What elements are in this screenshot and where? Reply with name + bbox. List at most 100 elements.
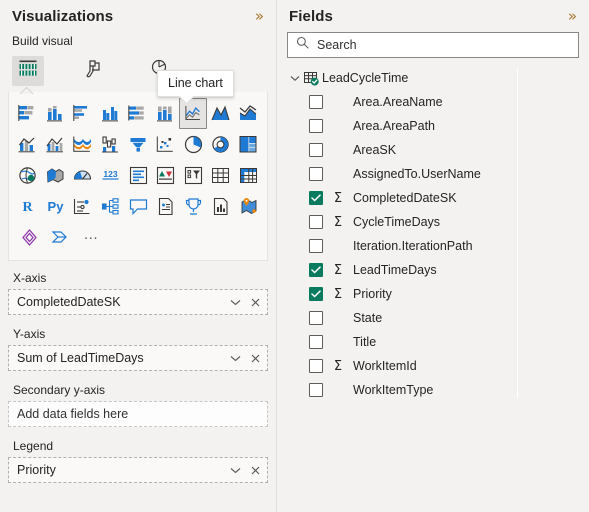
svg-text:R: R bbox=[23, 200, 34, 215]
sigma-aggregate-icon: Σ bbox=[333, 358, 343, 374]
field-row[interactable]: Σ AreaSK bbox=[277, 138, 589, 162]
line-chart-tooltip: Line chart bbox=[157, 70, 234, 97]
funnel-chart-icon[interactable] bbox=[124, 129, 152, 160]
decomposition-tree-icon[interactable] bbox=[97, 191, 125, 222]
chevron-double-right-icon[interactable]: » bbox=[253, 7, 264, 26]
kpi-icon[interactable] bbox=[152, 160, 180, 191]
power-automate-icon[interactable] bbox=[45, 222, 76, 253]
pie-chart-icon[interactable] bbox=[179, 129, 207, 160]
x-axis-well[interactable]: CompletedDateSK bbox=[8, 289, 268, 315]
line-chart-icon[interactable] bbox=[179, 98, 207, 129]
build-visual-icon bbox=[17, 58, 39, 85]
map-icon[interactable] bbox=[14, 160, 42, 191]
field-name: AreaSK bbox=[353, 143, 397, 157]
100-percent-stacked-column-chart-icon[interactable] bbox=[152, 98, 180, 129]
chevron-double-right-icon[interactable]: » bbox=[566, 7, 577, 26]
clustered-column-chart-icon[interactable] bbox=[97, 98, 125, 129]
field-table-name: LeadCycleTime bbox=[322, 71, 409, 85]
chevron-down-icon[interactable] bbox=[229, 352, 241, 364]
field-row[interactable]: Σ LeadTimeDays bbox=[277, 258, 589, 282]
line-and-stacked-column-chart-icon[interactable] bbox=[14, 129, 42, 160]
field-checkbox[interactable] bbox=[309, 215, 323, 229]
stacked-column-chart-icon[interactable] bbox=[42, 98, 70, 129]
build-visual-label: Build visual bbox=[12, 34, 73, 48]
paginated-report-icon[interactable] bbox=[207, 191, 235, 222]
matrix-icon[interactable] bbox=[235, 160, 263, 191]
field-row[interactable]: Σ Iteration.IterationPath bbox=[277, 234, 589, 258]
field-checkbox[interactable] bbox=[309, 167, 323, 181]
visualizations-header: Visualizations » bbox=[0, 0, 276, 30]
field-indent-spacer: Σ bbox=[329, 240, 347, 253]
search-container bbox=[277, 30, 589, 58]
field-row[interactable]: Σ Title bbox=[277, 330, 589, 354]
field-row[interactable]: Σ Priority bbox=[277, 282, 589, 306]
sigma-aggregate-icon: Σ bbox=[333, 262, 343, 278]
100-percent-stacked-bar-chart-icon[interactable] bbox=[124, 98, 152, 129]
stacked-bar-chart-icon[interactable] bbox=[14, 98, 42, 129]
treemap-icon[interactable] bbox=[235, 129, 263, 160]
field-checkbox-checked[interactable] bbox=[309, 263, 323, 277]
clustered-bar-chart-icon[interactable] bbox=[69, 98, 97, 129]
field-list-divider bbox=[517, 68, 518, 398]
search-input[interactable] bbox=[309, 38, 570, 52]
donut-chart-icon[interactable] bbox=[207, 129, 235, 160]
build-visual-tab[interactable] bbox=[12, 56, 44, 86]
smart-narrative-icon[interactable] bbox=[152, 191, 180, 222]
slicer-icon[interactable] bbox=[179, 160, 207, 191]
more-visuals-icon[interactable]: … bbox=[76, 222, 107, 253]
field-row[interactable]: Σ Area.AreaPath bbox=[277, 114, 589, 138]
table-icon bbox=[302, 70, 320, 86]
field-row[interactable]: Σ State bbox=[277, 306, 589, 330]
field-checkbox[interactable] bbox=[309, 119, 323, 133]
field-table-node[interactable]: LeadCycleTime bbox=[277, 66, 589, 90]
line-and-clustered-column-chart-icon[interactable] bbox=[42, 129, 70, 160]
python-visual-icon[interactable]: Py bbox=[42, 191, 70, 222]
gauge-icon[interactable] bbox=[69, 160, 97, 191]
field-checkbox[interactable] bbox=[309, 359, 323, 373]
field-checkbox[interactable] bbox=[309, 143, 323, 157]
field-checkbox-checked[interactable] bbox=[309, 287, 323, 301]
field-row[interactable]: Σ Area.AreaName bbox=[277, 90, 589, 114]
filled-map-icon[interactable] bbox=[42, 160, 70, 191]
qna-icon[interactable] bbox=[124, 191, 152, 222]
close-icon[interactable] bbox=[249, 352, 261, 364]
chevron-down-icon[interactable] bbox=[229, 296, 241, 308]
field-row[interactable]: Σ WorkItemType bbox=[277, 378, 589, 402]
search-box[interactable] bbox=[287, 32, 579, 58]
legend-well[interactable]: Priority bbox=[8, 457, 268, 483]
stacked-area-chart-icon[interactable] bbox=[234, 98, 262, 129]
gallery-row-4: R Py bbox=[14, 191, 262, 222]
scatter-chart-icon[interactable] bbox=[152, 129, 180, 160]
field-checkbox[interactable] bbox=[309, 383, 323, 397]
sigma-aggregate-icon: Σ bbox=[333, 286, 343, 302]
chevron-down-icon[interactable] bbox=[229, 464, 241, 476]
close-icon[interactable] bbox=[249, 464, 261, 476]
field-row[interactable]: Σ CycleTimeDays bbox=[277, 210, 589, 234]
r-script-visual-icon[interactable]: R bbox=[14, 191, 42, 222]
power-apps-icon[interactable] bbox=[14, 222, 45, 253]
secondary-y-axis-well[interactable]: Add data fields here bbox=[8, 401, 268, 427]
waterfall-chart-icon[interactable] bbox=[97, 129, 125, 160]
multi-row-card-icon[interactable] bbox=[124, 160, 152, 191]
table-icon[interactable] bbox=[207, 160, 235, 191]
field-row[interactable]: Σ WorkItemId bbox=[277, 354, 589, 378]
field-checkbox[interactable] bbox=[309, 95, 323, 109]
y-axis-well[interactable]: Sum of LeadTimeDays bbox=[8, 345, 268, 371]
field-checkbox-checked[interactable] bbox=[309, 191, 323, 205]
field-checkbox[interactable] bbox=[309, 335, 323, 349]
field-list: LeadCycleTime Σ Area.AreaName Σ Area.AreaPa… bbox=[277, 66, 589, 470]
field-row[interactable]: Σ CompletedDateSK bbox=[277, 186, 589, 210]
field-row[interactable]: Σ AssignedTo.UserName bbox=[277, 162, 589, 186]
metrics-icon[interactable] bbox=[179, 191, 207, 222]
format-visual-tab[interactable] bbox=[78, 56, 110, 86]
card-icon[interactable]: 123 bbox=[97, 160, 125, 191]
field-checkbox[interactable] bbox=[309, 239, 323, 253]
key-influencers-icon[interactable] bbox=[69, 191, 97, 222]
close-icon[interactable] bbox=[249, 296, 261, 308]
fields-pane: Fields » Search LeadCycleTime Area.AreaN… bbox=[276, 0, 589, 512]
chevron-down-icon[interactable] bbox=[288, 75, 302, 82]
area-chart-icon[interactable] bbox=[207, 98, 235, 129]
azure-map-icon[interactable] bbox=[235, 191, 263, 222]
field-checkbox[interactable] bbox=[309, 311, 323, 325]
ribbon-chart-icon[interactable] bbox=[69, 129, 97, 160]
